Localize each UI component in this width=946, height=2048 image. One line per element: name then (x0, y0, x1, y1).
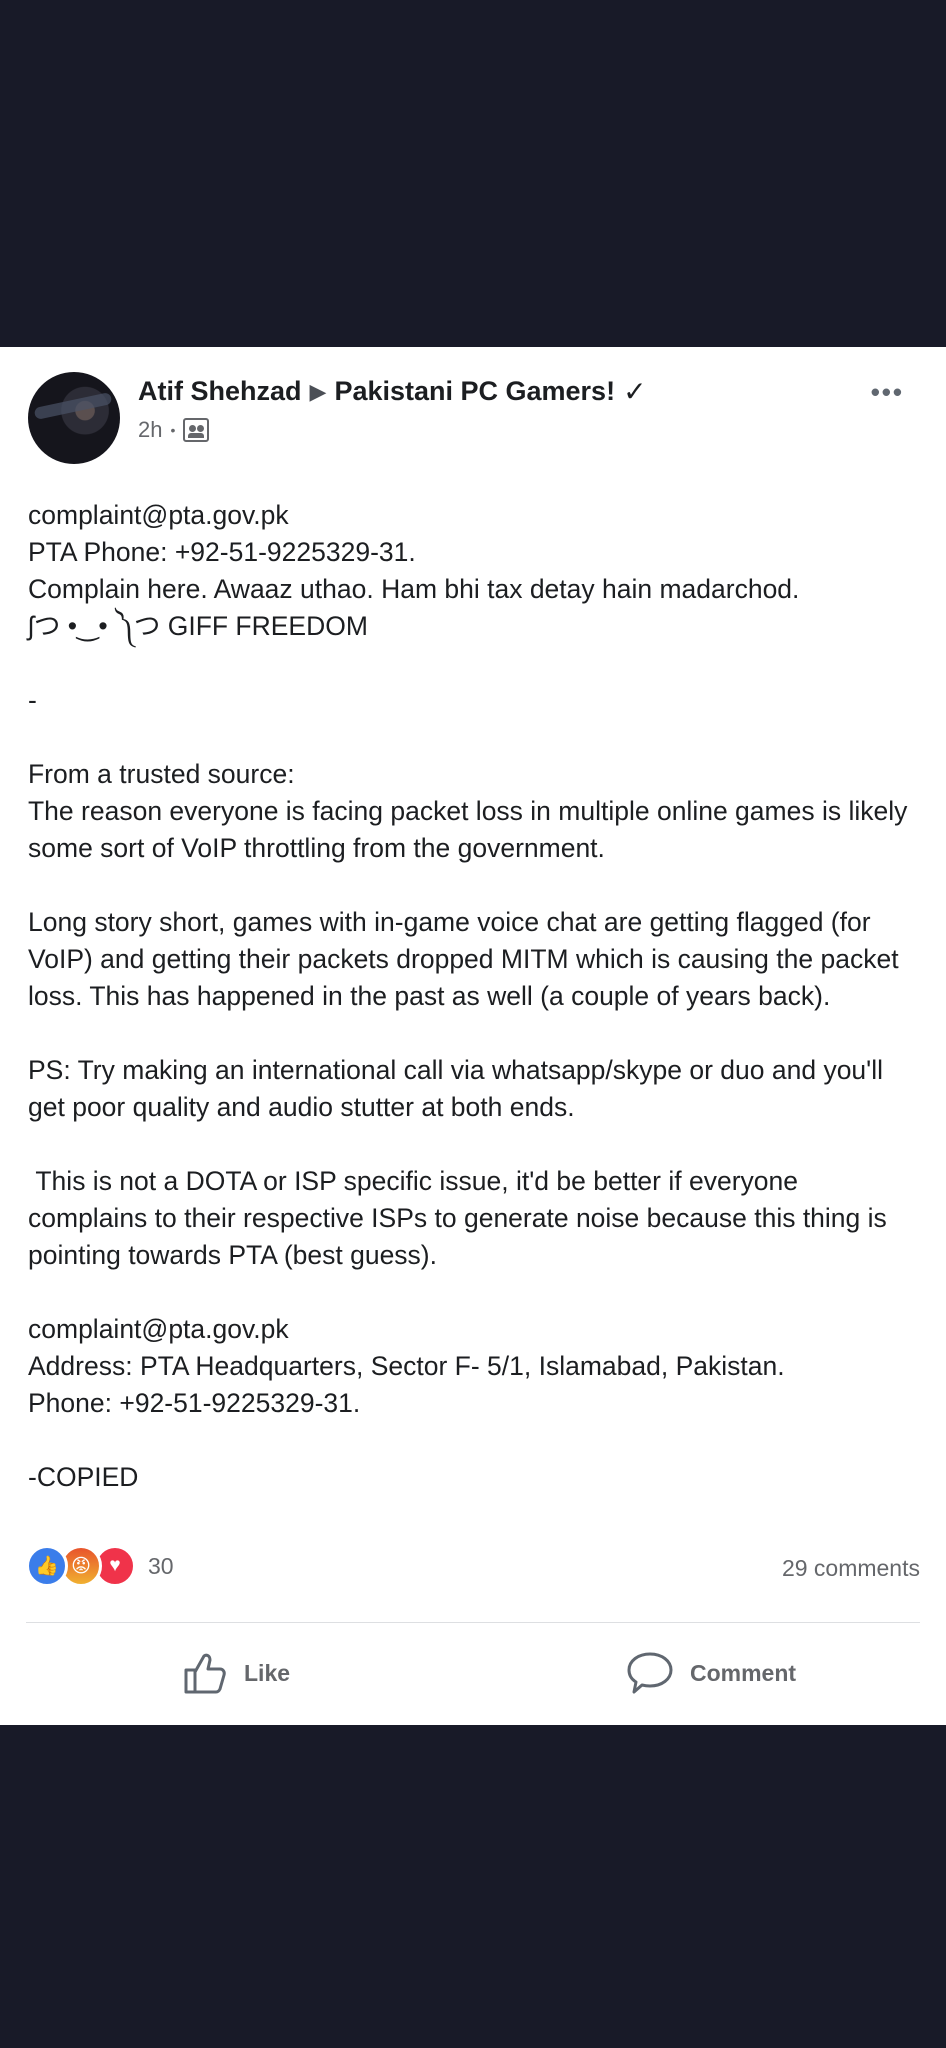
body-paragraph: -COPIED (28, 1462, 139, 1492)
divider (26, 1622, 920, 1623)
author-avatar[interactable] (28, 372, 120, 464)
body-paragraph: Long story short, games with in-game voi… (28, 907, 906, 1011)
group-name[interactable]: Pakistani PC Gamers! (334, 376, 615, 407)
comment-bubble-icon (627, 1652, 673, 1694)
body-paragraph: PTA Phone: +92-51-9225329-31. (28, 537, 416, 567)
reaction-count: 30 (148, 1552, 174, 1579)
body-spacer (28, 1015, 908, 1052)
arrow-right-icon: ▶ (309, 378, 327, 404)
body-paragraph: PS: Try making an international call via… (28, 1055, 891, 1122)
body-spacer (28, 867, 908, 904)
body-paragraph: This is not a DOTA or ISP specific issue… (28, 1166, 895, 1270)
body-spacer (28, 645, 908, 682)
comments-count[interactable]: 29 comments (782, 1555, 920, 1582)
like-label: Like (244, 1659, 291, 1686)
thumbs-up-icon (184, 1653, 226, 1694)
verified-check-icon: ✓ (623, 376, 647, 407)
body-paragraph: Phone: +92-51-9225329-31. (28, 1388, 361, 1418)
reactions-summary[interactable]: 👍 😡 ♥ 30 (26, 1545, 174, 1587)
comment-label: Comment (690, 1659, 797, 1686)
body-paragraph: The reason everyone is facing packet los… (28, 796, 915, 863)
body-paragraph: Address: PTA Headquarters, Sector F- 5/1… (28, 1351, 785, 1381)
like-reaction-icon: 👍 (26, 1545, 68, 1587)
dot-separator: • (170, 422, 176, 438)
post-header: Atif Shehzad ▶ Pakistani PC Gamers! ✓ (138, 375, 647, 408)
post-time[interactable]: 2h (138, 417, 162, 443)
group-privacy-icon (183, 418, 210, 442)
post-body: complaint@pta.gov.pk PTA Phone: +92-51-92… (28, 497, 908, 1496)
body-spacer (28, 1422, 908, 1459)
body-paragraph: Complain here. Awaaz uthao. Ham bhi tax … (28, 574, 800, 604)
body-paragraph: - (28, 685, 37, 715)
body-paragraph: complaint@pta.gov.pk (28, 500, 289, 530)
body-spacer (28, 719, 908, 756)
like-button[interactable]: Like (182, 1650, 290, 1696)
body-spacer (28, 1274, 908, 1311)
more-options-icon[interactable]: ••• (871, 377, 904, 408)
body-paragraph: From a trusted source: (28, 759, 295, 789)
post-card: Atif Shehzad ▶ Pakistani PC Gamers! ✓ 2h… (0, 347, 946, 1725)
body-spacer (28, 1126, 908, 1163)
body-paragraph: complaint@pta.gov.pk (28, 1314, 289, 1344)
post-meta: 2h • (138, 417, 210, 443)
author-name[interactable]: Atif Shehzad (138, 376, 302, 407)
comment-button[interactable]: Comment (626, 1650, 796, 1696)
body-paragraph: ʃつ •‿• ༽つ GIFF FREEDOM (28, 611, 368, 641)
